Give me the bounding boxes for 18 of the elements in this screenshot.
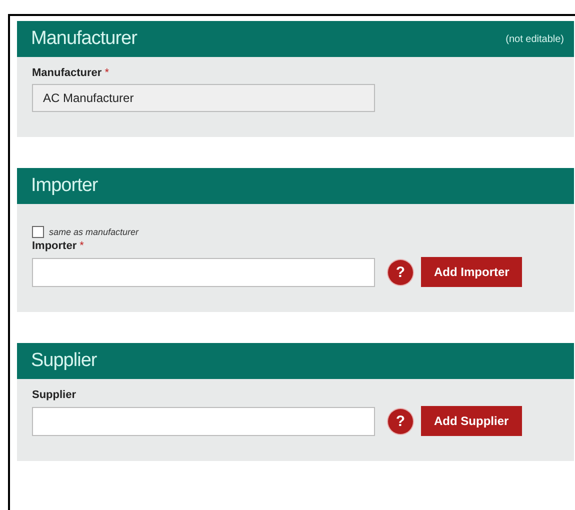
input-field[interactable] [32, 406, 375, 436]
required-mark: * [80, 240, 84, 252]
required-mark: * [104, 67, 109, 79]
checkbox-label: same as manufacturer [49, 227, 139, 237]
help-button[interactable]: ? [388, 260, 413, 284]
header-note: (not editable) [506, 34, 564, 44]
input-field[interactable] [32, 258, 375, 286]
checkbox[interactable] [32, 226, 44, 238]
section-title: Importer [31, 175, 98, 197]
add-button[interactable]: Add Supplier [421, 406, 522, 436]
readonly-field: AC Manufacturer [32, 84, 375, 112]
field-label: Manufacturer [32, 67, 102, 79]
section-title: Supplier [31, 350, 97, 372]
section-title: Manufacturer [31, 28, 137, 50]
help-button[interactable]: ? [388, 408, 413, 434]
add-button[interactable]: Add Importer [421, 257, 522, 287]
field-label: Supplier [32, 389, 76, 401]
field-label: Importer [32, 240, 77, 252]
